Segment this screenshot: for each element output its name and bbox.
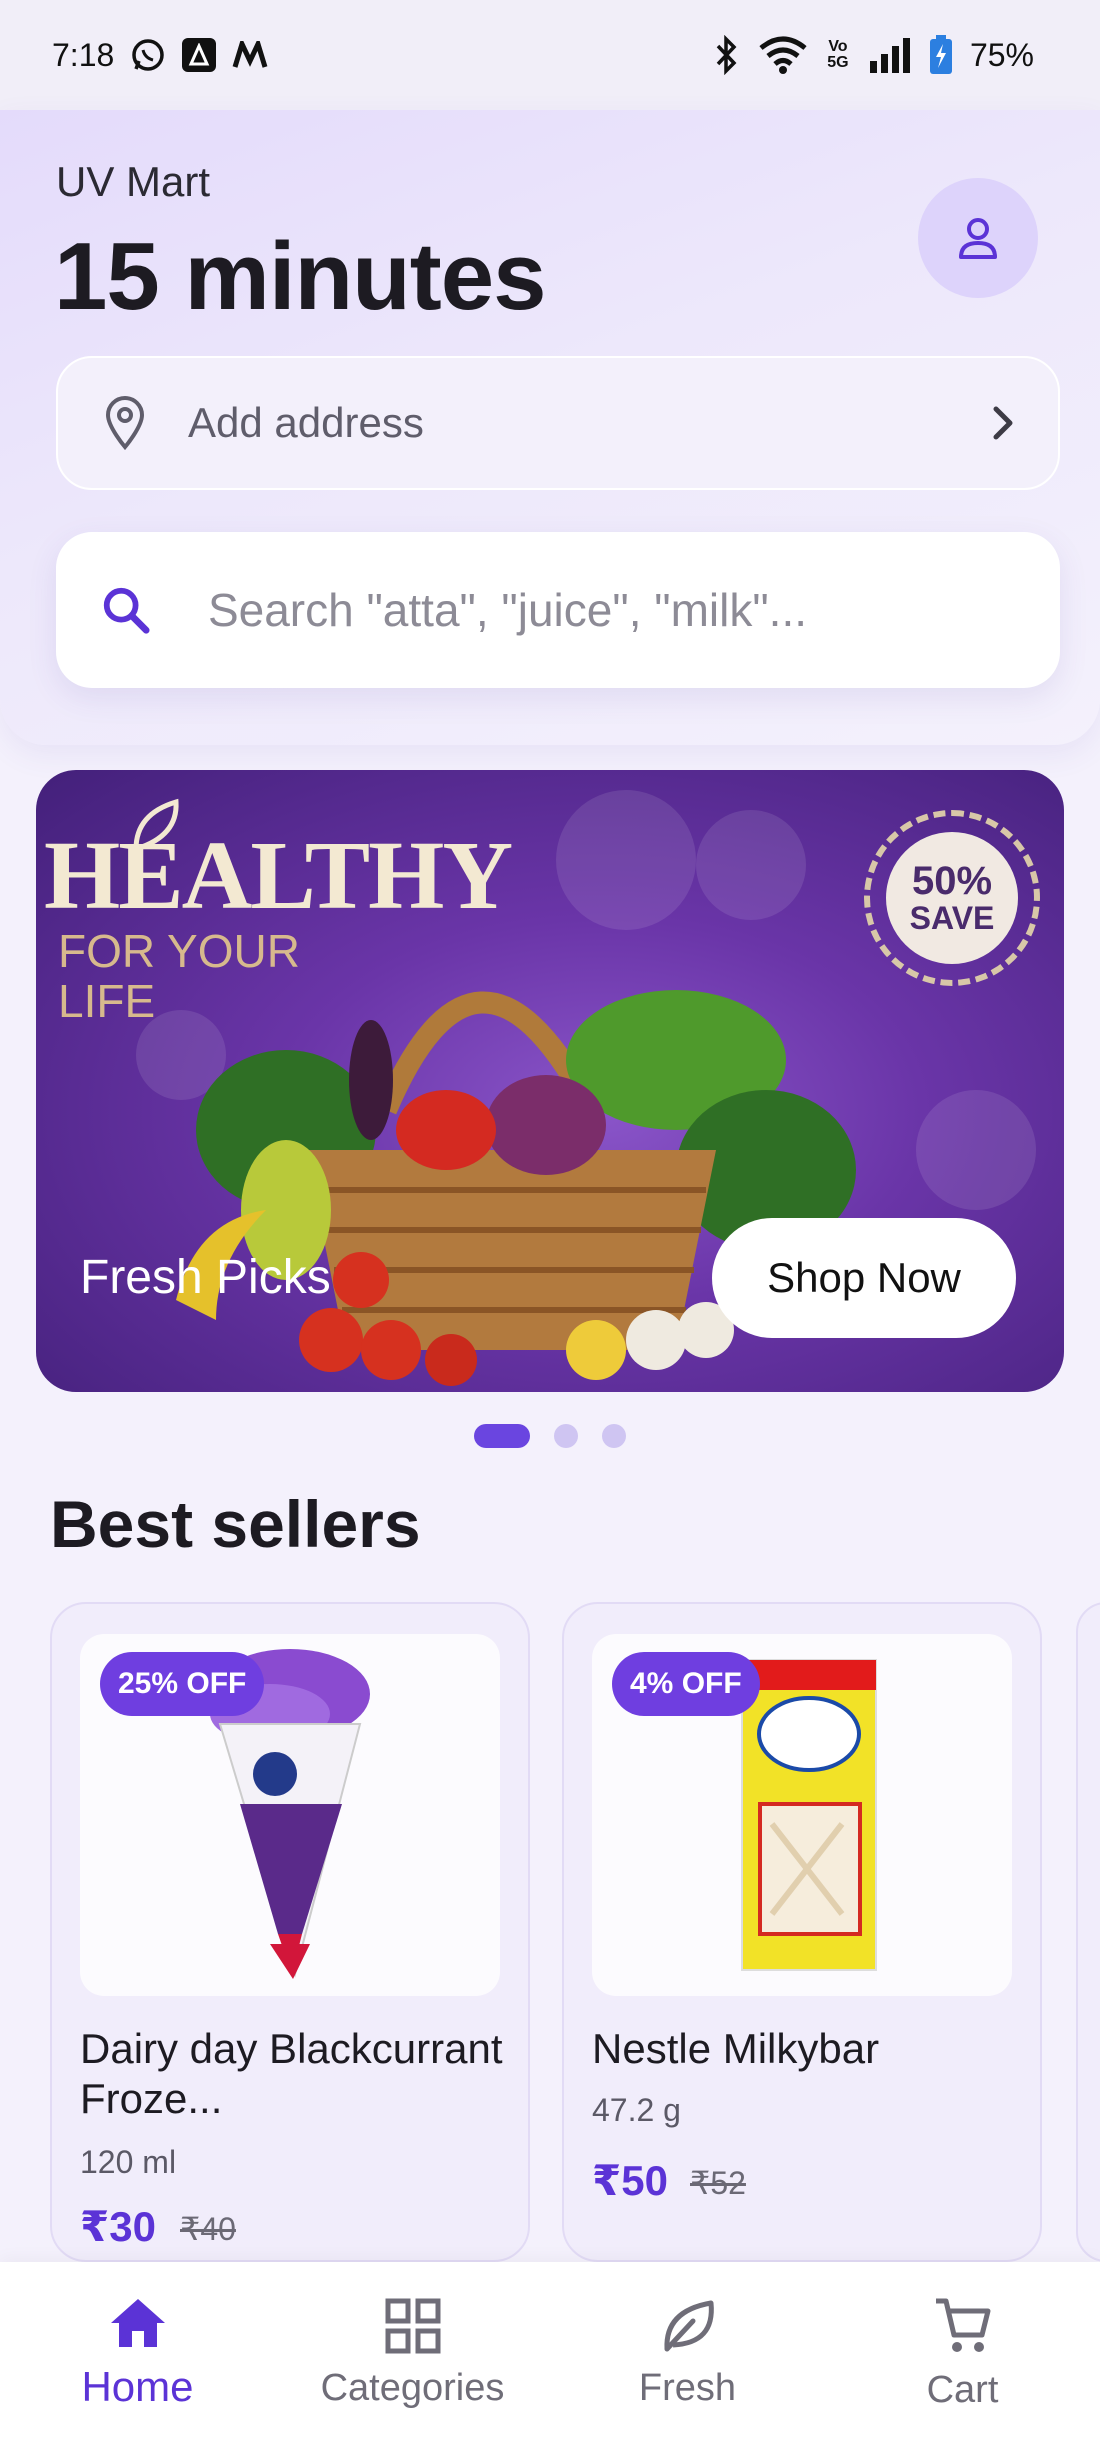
store-name: UV Mart — [56, 158, 211, 205]
address-label: Add address — [188, 399, 424, 446]
nav-home[interactable]: Home — [18, 2295, 258, 2411]
product-name: Nestle Milkybar — [592, 2025, 880, 2072]
search-icon — [103, 587, 150, 634]
app-m-icon — [232, 41, 268, 69]
discount-badge: 25% OFF — [100, 1652, 265, 1716]
product-quantity: 47.2 g — [592, 2092, 681, 2128]
app-a-icon — [182, 38, 217, 72]
nav-label: Categories — [320, 2366, 505, 2409]
product-mrp: ₹52 — [690, 2165, 746, 2201]
carousel-dot[interactable] — [554, 1424, 578, 1448]
carousel-indicator — [0, 1424, 1100, 1448]
discount-badge: 4% OFF — [612, 1652, 760, 1716]
search-input[interactable] — [207, 583, 1016, 637]
product-mrp: ₹40 — [180, 2211, 236, 2247]
chevron-right-icon — [993, 406, 1013, 440]
signal-icon — [868, 37, 912, 73]
home-icon — [110, 2299, 165, 2347]
carousel-dot[interactable] — [474, 1424, 530, 1448]
bluetooth-icon — [712, 35, 742, 75]
nav-label: Cart — [926, 2368, 999, 2411]
user-icon — [959, 218, 997, 259]
product-price: ₹30 — [80, 2203, 156, 2250]
status-right: Vo 5G 75% — [712, 35, 1034, 75]
product-card-partial[interactable] — [1076, 1602, 1100, 2262]
nav-fresh[interactable]: Fresh — [568, 2297, 808, 2410]
product-quantity: 120 ml — [80, 2144, 177, 2180]
seal-percent: 50% — [911, 859, 993, 903]
banner-caption: Fresh Picks — [80, 1251, 331, 1304]
search-bar[interactable] — [56, 532, 1060, 688]
nav-label: Fresh — [638, 2366, 737, 2409]
carousel-dot[interactable] — [602, 1424, 626, 1448]
battery-level: 75% — [969, 36, 1034, 73]
volte-icon: Vo 5G — [827, 38, 849, 71]
nav-label: Home — [81, 2363, 194, 2410]
seal-save: SAVE — [909, 900, 995, 936]
status-time: 7:18 — [52, 36, 115, 73]
wifi-icon — [758, 36, 808, 74]
product-card[interactable]: 4% OFF Nestle Milkybar 47.2 g ₹50 ₹52 — [562, 1602, 1042, 2262]
status-bar: 7:18 Vo 5G 75% — [0, 0, 1100, 110]
promo-banner[interactable]: HEALTHY FOR YOUR LIFE 50% SAVE Fresh Pic… — [36, 770, 1064, 1392]
status-left: 7:18 — [52, 37, 268, 74]
leaf-icon — [663, 2300, 714, 2351]
whatsapp-icon — [130, 37, 166, 73]
location-pin-icon — [105, 396, 145, 451]
header: UV Mart 15 minutes Add address — [0, 110, 1100, 745]
grid-icon — [385, 2298, 440, 2353]
nav-cart[interactable]: Cart — [843, 2295, 1083, 2412]
cart-icon — [935, 2298, 990, 2352]
profile-button[interactable] — [918, 178, 1038, 298]
product-name: Dairy day Blackcurrant Froze... — [80, 2025, 503, 2122]
product-card[interactable]: 25% OFF Dairy day Blackcurrant Froze... … — [50, 1602, 530, 2262]
bottom-navigation: Home Categories Fresh Cart — [0, 2262, 1100, 2444]
banner-bokeh — [916, 1090, 1036, 1210]
product-price: ₹50 — [592, 2157, 668, 2204]
section-title: Best sellers — [50, 1487, 421, 1561]
shop-now-button[interactable]: Shop Now — [712, 1218, 1016, 1338]
battery-icon — [928, 35, 954, 75]
address-selector[interactable]: Add address — [56, 356, 1060, 490]
delivery-eta: 15 minutes — [54, 223, 547, 330]
nav-categories[interactable]: Categories — [293, 2297, 533, 2410]
